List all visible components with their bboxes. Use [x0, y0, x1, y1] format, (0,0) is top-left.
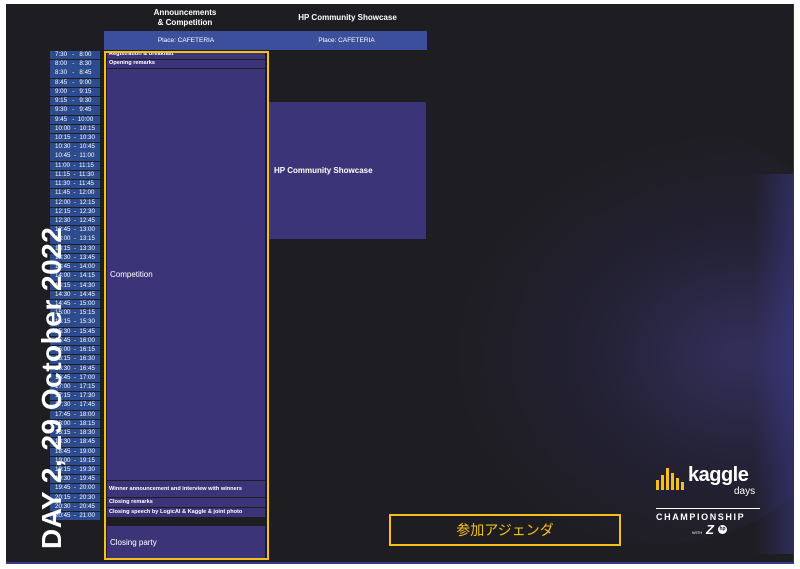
- time-slot: 12:15 - 12:30: [50, 207, 100, 217]
- time-slot: 10:15 - 10:30: [50, 134, 100, 143]
- logo-divider: [656, 508, 760, 509]
- time-slot: 7:30 - 8:00: [50, 51, 100, 60]
- time-slot: 10:30 - 10:45: [50, 143, 100, 152]
- column-header-announcements: Announcements & Competition: [153, 8, 217, 27]
- time-slot: 10:45 - 11:00: [50, 152, 100, 161]
- column-header-showcase: HP Community Showcase: [298, 13, 397, 22]
- event-hp-showcase: HP Community Showcase: [269, 102, 426, 239]
- kaggle-days-logo: kaggle days CHAMPIONSHIP WITH Z hp: [654, 464, 764, 549]
- hp-logo-icon: hp: [718, 525, 727, 534]
- time-slot: 11:15 - 11:30: [50, 170, 100, 180]
- time-slot: 12:00 - 12:15: [50, 198, 100, 207]
- logo-kaggle: kaggle: [688, 464, 749, 486]
- time-slot: 8:45 - 9:00: [50, 78, 100, 88]
- place-label-showcase: Place: CAFETERIA: [266, 31, 427, 50]
- time-slot: 10:00 - 10:15: [50, 124, 100, 134]
- time-slot: 9:30 - 9:45: [50, 106, 100, 115]
- time-slot: 9:15 - 9:30: [50, 97, 100, 106]
- time-slot: 9:00 - 9:15: [50, 87, 100, 97]
- logo-with: WITH: [692, 530, 703, 535]
- time-slot: 8:30 - 8:45: [50, 69, 100, 78]
- logo-z: Z: [706, 522, 714, 537]
- agenda-slide: Announcements & Competition HP Community…: [6, 4, 794, 564]
- time-slot: 12:30 - 12:45: [50, 217, 100, 226]
- time-slot: 11:45 - 12:00: [50, 189, 100, 198]
- logo-days: days: [734, 486, 756, 497]
- highlight-frame: [104, 51, 269, 560]
- kaggle-bars-icon: [654, 464, 688, 490]
- day-title: DAY 2, 29 October 2022: [36, 226, 67, 549]
- place-label-announcements: Place: CAFETERIA: [104, 31, 268, 50]
- time-slot: 9:45 - 10:00: [50, 115, 100, 124]
- time-slot: 8:00 - 8:30: [50, 60, 100, 69]
- agenda-japanese-label: 参加アジェンダ: [389, 514, 621, 546]
- logo-championship: CHAMPIONSHIP: [656, 512, 746, 522]
- time-slot: 11:30 - 11:45: [50, 180, 100, 189]
- time-slot: 11:00 - 11:15: [50, 161, 100, 170]
